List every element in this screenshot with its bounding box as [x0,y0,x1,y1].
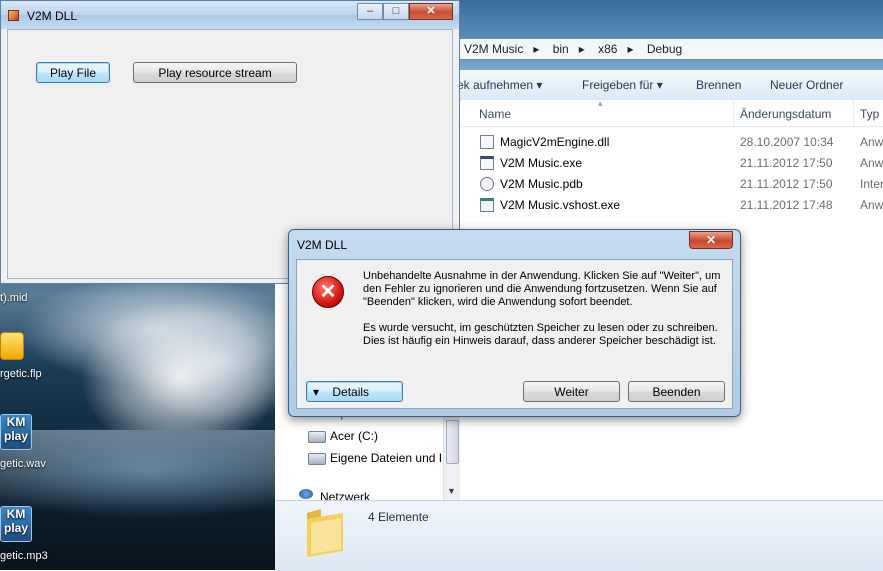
exe-file-icon [480,156,494,170]
close-icon[interactable]: ✕ [689,231,733,249]
desktop-icon-label: getic.wav [0,458,46,470]
column-divider[interactable] [853,100,854,126]
sort-arrow-icon: ▴ [598,98,603,108]
item-count: 4 Elemente [368,510,429,524]
column-divider[interactable] [733,100,734,126]
play-file-button[interactable]: Play File [36,62,110,83]
chevron-right-icon[interactable]: ▸ [627,42,633,56]
file-date: 21.11.2012 17:50 [740,156,833,170]
details-pane: 4 Elemente [275,500,883,571]
main-window-titlebar[interactable]: V2M DLL – □ ✕ [1,1,459,29]
chevron-right-icon[interactable]: ▸ [579,42,585,56]
folder-icon [307,509,343,557]
dll-file-icon [480,135,494,149]
error-dialog: V2M DLL ✕ ✕ Unbehandelte Ausnahme in der… [288,229,741,417]
window-title: V2M DLL [27,9,78,23]
chevron-down-icon: ▾ [313,385,320,399]
chevron-right-icon[interactable]: ▸ [533,42,539,56]
network-icon [299,489,313,499]
file-row[interactable]: V2M Music.vshost.exe 21.11.2012 17:48 An… [461,195,883,215]
breadcrumb-item[interactable]: x86 [598,42,617,56]
desktop-icon-label: t).mid [0,292,28,304]
column-name[interactable]: Name [479,107,511,121]
column-type[interactable]: Typ [860,107,879,121]
desktop-icon-label: rgetic.flp [0,368,42,380]
file-name: V2M Music.pdb [500,177,583,191]
breadcrumb-item[interactable]: Debug [647,42,682,56]
column-header: Name ▴ Änderungsdatum Typ [461,98,883,127]
file-row[interactable]: V2M Music.exe 21.11.2012 17:50 Anw [461,153,883,173]
error-detail: Es wurde versucht, im geschützten Speich… [363,322,718,347]
toolbar-burn[interactable]: Brennen [696,78,741,92]
fl-studio-icon [0,332,24,360]
file-type: Anw [860,198,883,212]
file-row[interactable]: MagicV2mEngine.dll 28.10.2007 10:34 Anw [461,132,883,152]
file-type: Anw [860,135,883,149]
file-name: MagicV2mEngine.dll [500,135,610,149]
details-button[interactable]: ▾ Details [306,381,403,402]
error-icon: ✕ [312,276,344,308]
minimize-icon[interactable]: – [357,3,383,20]
quit-button[interactable]: Beenden [628,381,725,402]
file-date: 21.11.2012 17:48 [740,198,833,212]
hard-drive-icon [308,453,326,465]
file-type: Anw [860,156,883,170]
kmplayer-icon: KM play [0,506,32,542]
dialog-client: ✕ Unbehandelte Ausnahme in der Anwendung… [296,259,733,409]
chevron-down-icon: ▾ [656,78,663,92]
scroll-thumb[interactable] [446,420,459,464]
play-resource-stream-button[interactable]: Play resource stream [133,62,297,83]
file-date: 21.11.2012 17:50 [740,177,833,191]
hard-drive-icon [308,431,326,443]
wallpaper-snowy-tree [80,300,280,430]
close-icon[interactable]: ✕ [409,3,453,20]
maximize-icon[interactable]: □ [383,3,409,20]
toolbar-share-with[interactable]: Freigeben für ▾ [582,78,663,92]
pdb-file-icon [480,177,494,191]
column-date[interactable]: Änderungsdatum [740,107,831,121]
dialog-title: V2M DLL [297,238,348,252]
breadcrumb-item[interactable]: V2M Music [464,42,523,56]
scroll-down-icon[interactable]: ▼ [447,486,456,496]
continue-button[interactable]: Weiter [523,381,620,402]
chevron-down-icon: ▾ [536,78,543,92]
exe-file-icon [480,198,494,212]
toolbar-include-library[interactable]: ek aufnehmen ▾ [457,78,542,92]
file-name: V2M Music.exe [500,156,583,170]
desktop-icon-label: getic.mp3 [0,550,48,562]
wallpaper-water [0,430,275,510]
file-row[interactable]: V2M Music.pdb 21.11.2012 17:50 Inter [461,174,883,194]
toolbar-new-folder[interactable]: Neuer Ordner [770,78,843,92]
app-icon [8,10,19,21]
file-type: Inter [860,177,883,191]
address-bar[interactable]: V2M Music ▸ bin ▸ x86 ▸ Debug [457,38,883,60]
nav-drive-c[interactable]: Acer (C:) [330,429,378,443]
file-name: V2M Music.vshost.exe [500,198,621,212]
breadcrumb-item[interactable]: bin [553,42,569,56]
file-date: 28.10.2007 10:34 [740,135,834,149]
error-message: Unbehandelte Ausnahme in der Anwendung. … [363,270,721,308]
kmplayer-icon: KM play [0,414,32,450]
nav-drive-data[interactable]: Eigene Dateien und Ir [330,451,446,465]
